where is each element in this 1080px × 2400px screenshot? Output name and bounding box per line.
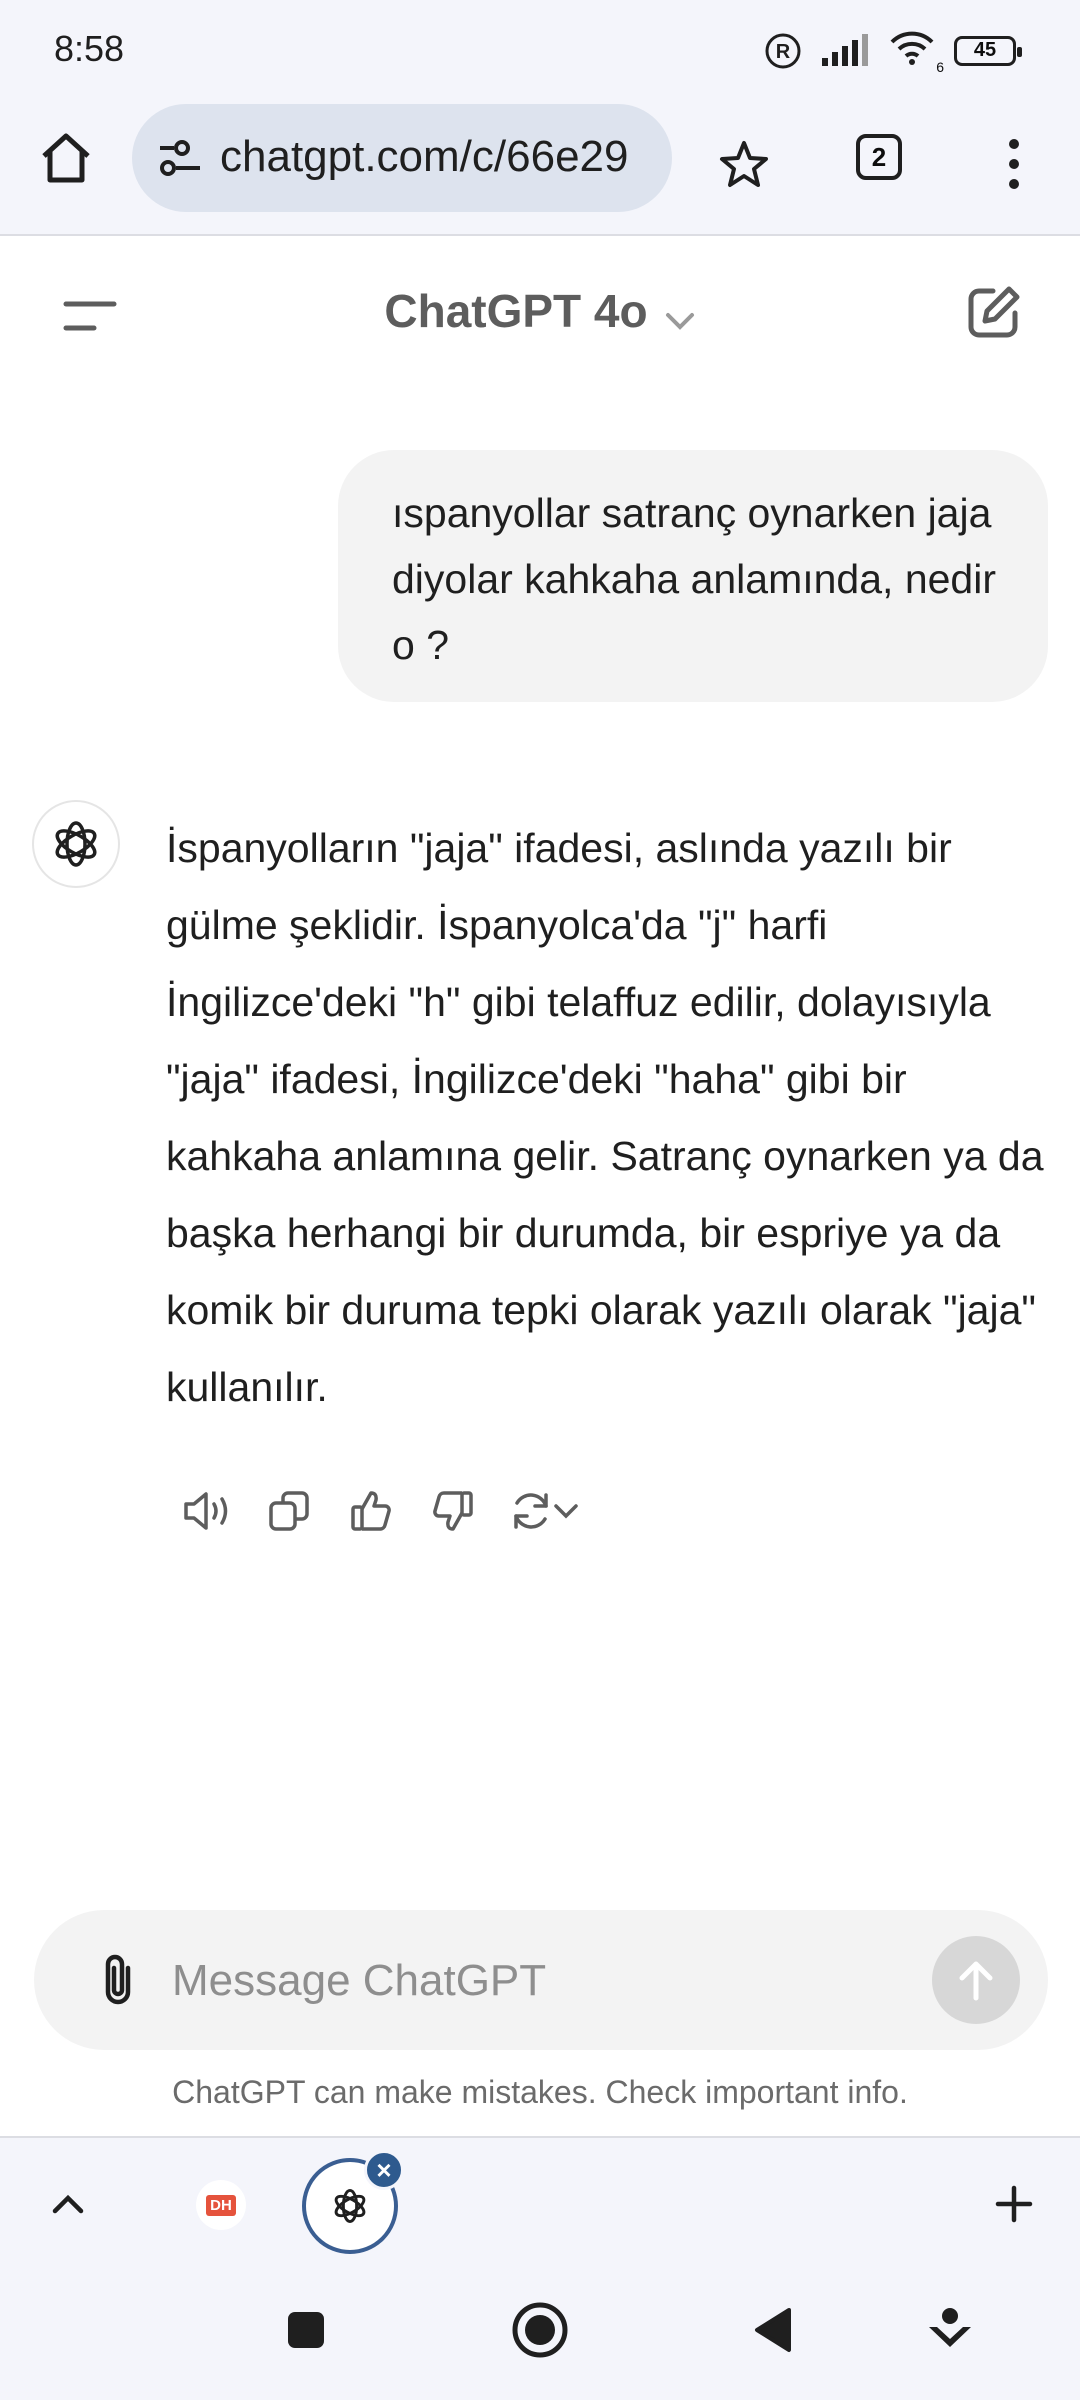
home-circle-icon xyxy=(512,2302,568,2358)
new-chat-button[interactable] xyxy=(956,274,1032,350)
message-input[interactable] xyxy=(170,1944,934,2018)
new-tab-button[interactable] xyxy=(982,2172,1046,2236)
chevron-down-icon xyxy=(665,312,694,330)
attach-button[interactable] xyxy=(82,1944,154,2016)
new-chat-icon xyxy=(968,286,1020,338)
svg-text:R: R xyxy=(776,41,791,63)
tab-strip: DH × xyxy=(0,2136,1080,2272)
speaker-icon xyxy=(184,1492,228,1530)
paperclip-icon xyxy=(105,1954,131,2005)
browser-toolbar: chatgpt.com/c/66e29 2 xyxy=(0,100,1080,236)
address-bar[interactable]: chatgpt.com/c/66e29 xyxy=(132,104,672,212)
collapse-tabs-button[interactable] xyxy=(36,2172,100,2236)
bookmark-button[interactable] xyxy=(708,128,780,200)
model-name: ChatGPT 4o xyxy=(384,285,648,337)
home-icon xyxy=(42,133,90,183)
tab-favicon: DH xyxy=(206,2194,236,2216)
recents-button[interactable] xyxy=(270,2294,342,2366)
registered-icon: R xyxy=(765,33,801,68)
regenerate-button[interactable] xyxy=(494,1480,594,1542)
back-button[interactable] xyxy=(736,2294,808,2366)
chevron-person-icon xyxy=(929,2308,971,2347)
assistant-avatar xyxy=(32,800,120,888)
regenerate-icon xyxy=(514,1493,548,1529)
status-bar: 8:58 R 6 45 xyxy=(0,0,1080,100)
wifi-indicator: 6 xyxy=(888,30,944,75)
assistant-nav-button[interactable] xyxy=(914,2294,986,2366)
back-triangle-icon xyxy=(755,2308,791,2352)
openai-logo-icon xyxy=(334,2188,366,2224)
bad-response-button[interactable] xyxy=(412,1480,494,1542)
star-icon xyxy=(720,141,768,187)
home-nav-button[interactable] xyxy=(502,2292,578,2368)
message-composer xyxy=(34,1910,1048,2050)
model-selector[interactable]: ChatGPT 4o xyxy=(0,284,1080,342)
system-nav-bar xyxy=(0,2270,1080,2400)
status-icons: R 6 45 xyxy=(764,30,1022,75)
openai-logo-icon xyxy=(55,821,97,867)
signal-icon xyxy=(822,33,868,66)
send-button[interactable] xyxy=(932,1936,1020,2024)
good-response-button[interactable] xyxy=(330,1480,412,1542)
read-aloud-button[interactable] xyxy=(166,1480,248,1542)
status-time: 8:58 xyxy=(54,28,125,69)
chat-header: ChatGPT 4o xyxy=(0,236,1080,396)
chevron-down-icon xyxy=(554,1504,578,1519)
disclaimer-text: ChatGPT can make mistakes. Check importa… xyxy=(172,2074,908,2110)
plus-icon xyxy=(995,2185,1033,2223)
battery-level: 45 xyxy=(973,39,997,61)
site-settings-icon xyxy=(160,140,200,176)
battery-indicator: 45 xyxy=(954,35,1022,66)
user-message-bubble: ıspanyollar satranç oynarken jaja diyola… xyxy=(338,450,1048,702)
square-icon xyxy=(288,2312,324,2348)
tab-item[interactable]: DH xyxy=(196,2180,246,2230)
browser-menu-button[interactable] xyxy=(986,124,1042,204)
chevron-up-icon xyxy=(52,2194,84,2214)
wifi-icon xyxy=(890,31,934,65)
copy-icon xyxy=(269,1491,309,1531)
message-actions xyxy=(166,1480,594,1542)
url-text: chatgpt.com/c/66e29 xyxy=(220,132,629,181)
close-tab-button[interactable]: × xyxy=(364,2150,404,2190)
close-icon: × xyxy=(376,2155,392,2185)
kebab-menu-icon xyxy=(1009,139,1019,189)
site-settings-button[interactable] xyxy=(150,128,210,188)
home-button[interactable] xyxy=(30,122,102,194)
copy-button[interactable] xyxy=(248,1480,330,1542)
assistant-message: İspanyolların "jaja" ifadesi, aslında ya… xyxy=(166,825,1044,1410)
thumbs-up-icon xyxy=(351,1491,391,1531)
arrow-up-icon xyxy=(959,1961,993,2001)
tab-switcher-button[interactable]: 2 xyxy=(856,134,902,180)
network-type-label: 6 xyxy=(936,59,944,75)
thumbs-down-icon xyxy=(433,1491,473,1531)
